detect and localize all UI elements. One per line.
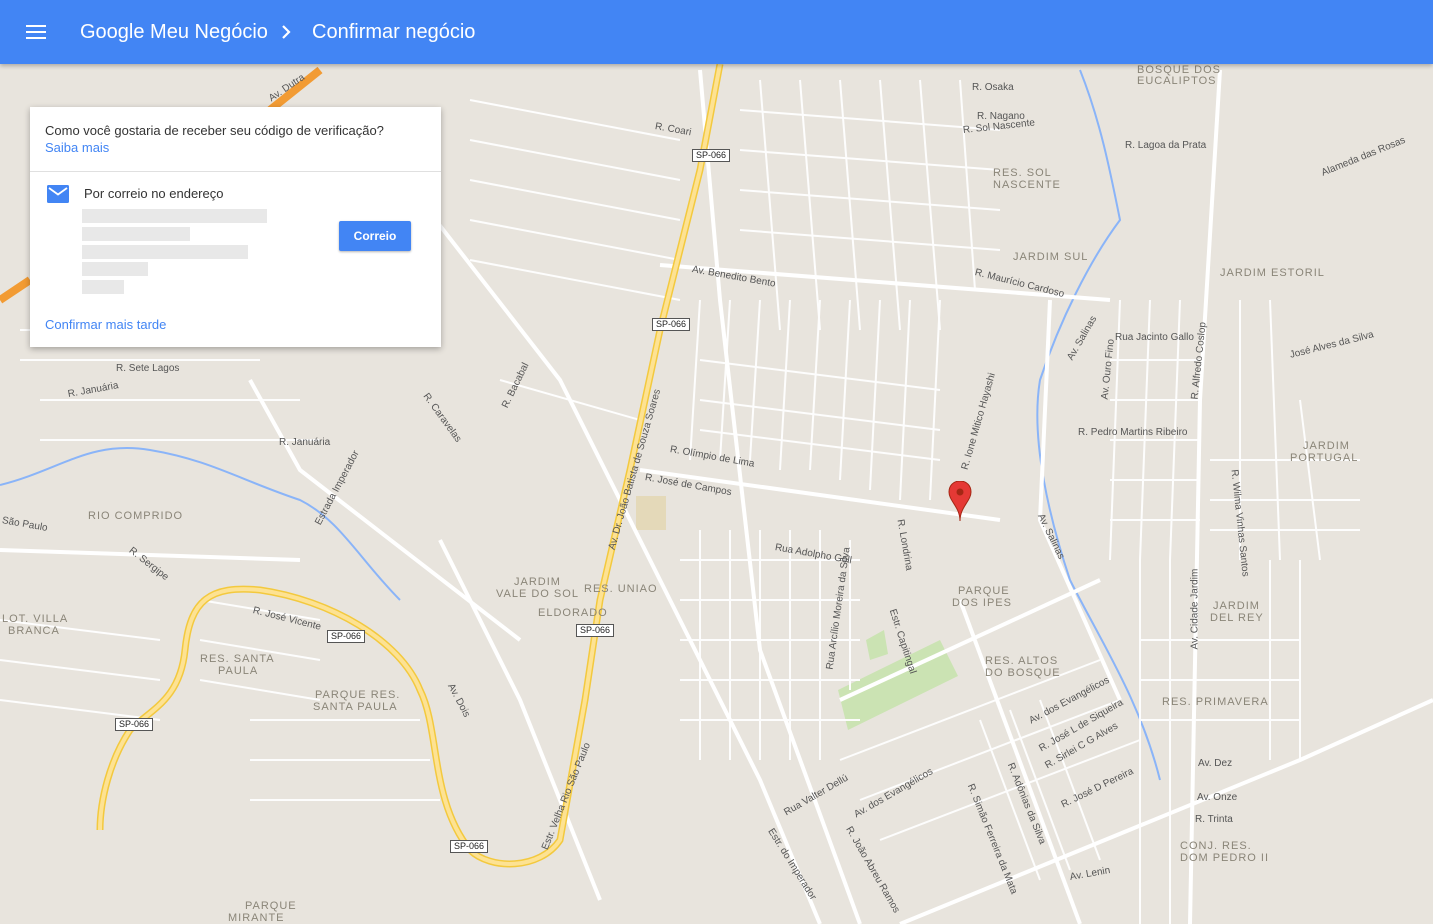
area-label: RES. ALTOS [985,655,1059,667]
area-label: RES. UNIAO [584,583,658,595]
street-label: R. Januária [279,437,331,448]
area-label: PARQUE RES. [315,689,401,701]
divider [30,171,441,172]
hamburger-menu-icon[interactable] [20,16,52,48]
verify-later-link[interactable]: Confirmar mais tarde [45,317,166,332]
area-label: RES. PRIMAVERA [1162,696,1269,708]
area-label: PAULA [218,665,259,677]
street-label: R. Trinta [1195,814,1233,825]
top-app-bar: Google Meu Negócio Confirmar negócio [0,0,1433,64]
area-label: RES. SANTA [200,653,275,665]
route-shield: SP-066 [327,630,366,643]
mail-option-label: Por correio no endereço [84,186,224,201]
verification-question: Como você gostaria de receber seu código… [45,123,384,138]
street-label: R. Sete Lagos [116,363,180,374]
area-label: DO BOSQUE [985,667,1061,679]
area-label: JARDIM ESTORIL [1220,267,1325,279]
area-label: JARDIM [1213,600,1260,612]
area-label: DOM PEDRO II [1180,852,1270,864]
street-label: R. Lagoa da Prata [1125,140,1207,151]
street-label: Rua Jacinto Gallo [1115,332,1194,343]
address-line-redacted [82,262,148,276]
area-label: PARQUE [245,900,297,912]
learn-more-link[interactable]: Saiba mais [45,140,109,155]
mail-button[interactable]: Correio [339,221,411,251]
address-line-redacted [82,280,124,294]
street-label: Av. Onze [1197,792,1238,803]
route-shield: SP-066 [576,624,615,637]
street-label: R. Nagano [977,111,1025,122]
address-line-redacted [82,245,248,259]
route-shield: SP-066 [692,149,731,162]
area-label: RIO COMPRIDO [88,510,184,522]
mail-envelope-icon [47,185,69,203]
address-line-redacted [82,227,190,241]
area-label: JARDIM SUL [1013,251,1089,263]
area-label: DEL REY [1210,612,1264,624]
area-label: JARDIM [1303,440,1350,452]
verification-card: Como você gostaria de receber seu código… [30,107,441,347]
area-label: RES. SOL [993,167,1052,179]
route-shield: SP-066 [450,840,489,853]
address-line-redacted [82,209,267,223]
street-label: Av. Dez [1198,758,1233,769]
street-label: Av. Cidade Jardim [1189,568,1201,650]
area-label: EUCALIPTOS [1137,75,1217,87]
area-label: SANTA PAULA [313,701,398,713]
map-marker-icon[interactable] [948,480,972,522]
route-shield: SP-066 [652,318,691,331]
street-label: R. Osaka [972,82,1014,93]
area-label: CONJ. RES. [1180,840,1252,852]
area-label: VALE DO SOL [496,588,579,600]
route-shield: SP-066 [115,718,154,731]
area-label: DOS IPES [952,597,1012,609]
page-title: Confirmar negócio [312,21,476,43]
area-label: MIRANTE [228,912,285,924]
area-label: JARDIM [514,576,561,588]
street-label: R. Pedro Martins Ribeiro [1078,427,1188,438]
chevron-right-icon [280,22,292,47]
area-label: PARQUE [958,585,1010,597]
area-label: NASCENTE [993,179,1061,191]
area-label: LOT. VILLA [2,613,69,625]
breadcrumb-google-my-business[interactable]: Google Meu Negócio [80,20,268,44]
area-label: PORTUGAL [1290,452,1359,464]
area-label: BRANCA [8,625,60,637]
area-label: ELDORADO [538,607,608,619]
